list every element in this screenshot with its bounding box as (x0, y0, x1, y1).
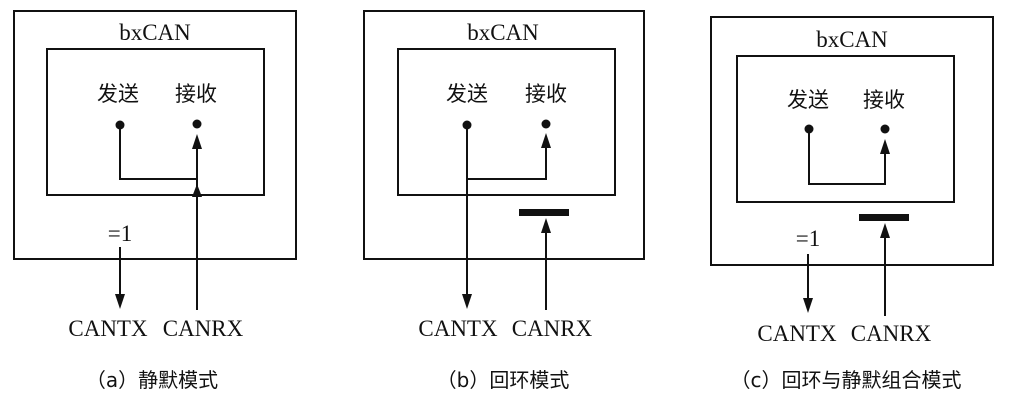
tx-pin-label: CANTX (418, 316, 498, 341)
receive-label: 接收 (525, 82, 567, 106)
send-label: 发送 (97, 82, 139, 106)
internal-loopback-wire (466, 125, 547, 180)
receive-label: 接收 (863, 88, 905, 112)
receive-node (880, 124, 890, 134)
rx-join-arrowhead (192, 184, 202, 197)
panel-b-loopback-mode: bxCAN 发送 接收 CANTX CANRX （b）回环模式 (363, 10, 645, 392)
block-title: bxCAN (816, 27, 888, 52)
tx-gate-label: =1 (108, 221, 132, 246)
panel-caption: （a）静默模式 (86, 368, 218, 392)
inner-core-block (397, 48, 616, 196)
receive-label: 接收 (175, 82, 217, 106)
rx-pin-label: CANRX (512, 316, 593, 341)
rx-pin-label: CANRX (163, 316, 244, 341)
loopback-arrowhead (880, 139, 890, 154)
panel-caption: （c）回环与静默组合模式 (731, 368, 962, 392)
block-title: bxCAN (467, 20, 539, 45)
internal-loopback-wire (119, 125, 197, 180)
outer-bxcan-block (710, 16, 994, 266)
receive-node (541, 119, 551, 129)
can-modes-diagram: bxCAN 发送 接收 =1 CANTX CANRX （a）静默模式 bxCAN… (13, 10, 994, 392)
tx-arrowhead (803, 298, 813, 313)
inner-core-block (46, 48, 265, 196)
rx-arrowhead (541, 218, 551, 233)
rx-pin-label: CANRX (851, 321, 932, 346)
block-title: bxCAN (119, 20, 191, 45)
tx-pin-label: CANTX (757, 321, 837, 346)
rx-arrowhead (192, 134, 202, 149)
loopback-arrowhead (541, 133, 551, 148)
panel-caption: （b）回环模式 (437, 368, 570, 392)
panel-a-silent-mode: bxCAN 发送 接收 =1 CANTX CANRX （a）静默模式 (13, 10, 297, 392)
send-label: 发送 (787, 88, 829, 112)
tx-arrowhead (462, 294, 472, 309)
receive-node (192, 119, 202, 129)
send-label: 发送 (446, 82, 488, 106)
tx-gate-label: =1 (796, 226, 820, 251)
tx-pin-label: CANTX (68, 316, 148, 341)
inner-core-block (736, 55, 955, 203)
rx-isolation-bar (519, 209, 569, 216)
rx-isolation-bar (859, 214, 909, 221)
panel-c-loopback-silent-mode: bxCAN 发送 接收 =1 CANTX CANRX （c）回环与静默组合模式 (710, 16, 994, 392)
tx-arrowhead (115, 294, 125, 309)
rx-arrowhead (880, 223, 890, 238)
internal-loopback-wire (808, 129, 886, 185)
